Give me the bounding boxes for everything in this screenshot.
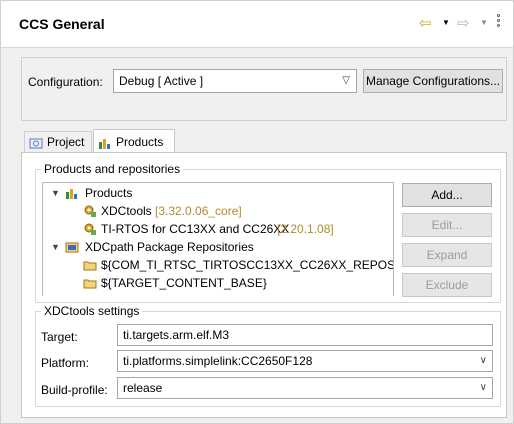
expand-button[interactable]: Expand — [402, 243, 492, 267]
tree-label-xdcpath: XDCpath Package Repositories — [85, 240, 254, 254]
target-field[interactable]: ti.targets.arm.elf.M3 — [117, 324, 493, 346]
gear-package-icon — [84, 223, 96, 235]
chevron-down-icon: ▽ — [342, 75, 350, 86]
tree-label-repo-1: ${COM_TI_RTSC_TIRTOSCC13XX_CC26XX_REPOS} — [101, 258, 394, 272]
tree-item-tirtos[interactable]: TI-RTOS for CC13XX and CC26XX [2.20.1.08… — [43, 220, 393, 238]
tab-products[interactable]: Products — [93, 129, 175, 153]
tree-item-xdcpath-repositories[interactable]: ▼ XDCpath Package Repositories — [43, 238, 393, 256]
configuration-select[interactable]: Debug [ Active ] ▽ — [113, 69, 357, 93]
tab-project[interactable]: Project — [24, 131, 92, 153]
platform-select[interactable]: ti.platforms.simplelink:CC2650F128 ∨ — [117, 350, 493, 372]
build-profile-value: release — [123, 381, 163, 395]
tab-products-label: Products — [116, 135, 164, 149]
tab-project-label: Project — [47, 135, 85, 149]
tree-label-products: Products — [85, 186, 133, 200]
xdctools-settings-title: XDCtools settings — [41, 304, 143, 318]
forward-arrow-icon[interactable]: ⇨ — [457, 14, 470, 32]
view-menu-icon[interactable] — [497, 14, 503, 32]
folder-icon — [83, 279, 97, 289]
tree-label-tirtos: TI-RTOS for CC13XX and CC26XX — [101, 222, 290, 236]
platform-value: ti.platforms.simplelink:CC2650F128 — [123, 354, 313, 368]
build-profile-label: Build-profile: — [41, 383, 108, 397]
products-icon — [66, 189, 77, 199]
products-repositories-title: Products and repositories — [41, 162, 184, 176]
configuration-label: Configuration: — [28, 75, 103, 89]
tree-label-repo-2: ${TARGET_CONTENT_BASE} — [101, 276, 267, 290]
project-icon — [29, 138, 43, 149]
chevron-down-icon: ∨ — [479, 382, 487, 393]
configuration-value: Debug [ Active ] — [119, 74, 204, 88]
chevron-down-icon: ∨ — [479, 355, 487, 366]
tree-version-xdctools: [3.32.0.06_core] — [155, 204, 242, 218]
tree-version-tirtos: [2.20.1.08] — [277, 222, 334, 236]
target-value: ti.targets.arm.elf.M3 — [123, 328, 230, 342]
forward-dropdown-icon[interactable]: ▼ — [480, 18, 488, 27]
add-button[interactable]: Add... — [402, 183, 492, 207]
expand-toggle-icon[interactable]: ▼ — [51, 184, 60, 202]
tree-item-repo-1[interactable]: ${COM_TI_RTSC_TIRTOSCC13XX_CC26XX_REPOS} — [43, 256, 393, 274]
gear-package-icon — [84, 205, 96, 217]
edit-button[interactable]: Edit... — [402, 213, 492, 237]
products-tree[interactable]: ▼ Products XDCtools [3.32.0.06_core] TI-… — [42, 182, 394, 296]
build-profile-select[interactable]: release ∨ — [117, 377, 493, 399]
tree-item-repo-2[interactable]: ${TARGET_CONTENT_BASE} — [43, 274, 393, 292]
page-title: CCS General — [19, 16, 105, 32]
back-dropdown-icon[interactable]: ▼ — [442, 18, 450, 27]
products-icon — [99, 138, 110, 149]
exclude-button[interactable]: Exclude — [402, 273, 492, 297]
manage-configurations-button[interactable]: Manage Configurations... — [363, 69, 503, 93]
page-header: CCS General ⇦ ▼ ⇨ ▼ — [1, 1, 513, 48]
tree-item-xdctools[interactable]: XDCtools [3.32.0.06_core] — [43, 202, 393, 220]
expand-toggle-icon[interactable]: ▼ — [51, 238, 60, 256]
platform-label: Platform: — [41, 356, 90, 370]
repository-icon — [65, 242, 79, 253]
target-label: Target: — [41, 330, 78, 344]
tree-item-products[interactable]: ▼ Products — [43, 184, 393, 202]
tree-label-xdctools: XDCtools — [101, 204, 152, 218]
ccs-general-window: CCS General ⇦ ▼ ⇨ ▼ Configuration: Debug… — [0, 0, 514, 424]
folder-icon — [83, 261, 97, 271]
back-arrow-icon[interactable]: ⇦ — [419, 14, 432, 32]
